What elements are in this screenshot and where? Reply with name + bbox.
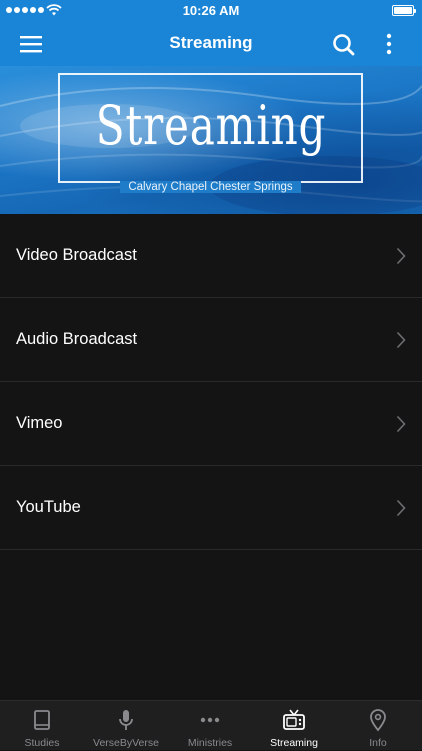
microphone-icon [119, 710, 133, 730]
tv-icon [283, 709, 305, 730]
chevron-right-icon [396, 247, 406, 265]
banner-subtitle: Calvary Chapel Chester Springs [120, 181, 301, 193]
list-item-youtube[interactable]: YouTube [0, 466, 422, 550]
list-item-label: Vimeo [16, 414, 63, 432]
tab-label: VerseByVerse [93, 737, 159, 749]
page-title: Streaming [169, 33, 253, 52]
tab-bar: Studies VerseByVerse Ministries Streamin… [0, 700, 422, 750]
navigation-bar: Streaming [0, 22, 422, 66]
stream-options-list: Video Broadcast Audio Broadcast Vimeo Yo… [0, 214, 422, 550]
book-icon [34, 710, 50, 730]
list-item-audio-broadcast[interactable]: Audio Broadcast [0, 298, 422, 382]
tab-versebyverse[interactable]: VerseByVerse [84, 701, 168, 751]
list-item-label: Video Broadcast [16, 246, 137, 264]
tab-streaming[interactable]: Streaming [252, 701, 336, 751]
tab-label: Studies [24, 737, 60, 749]
chevron-right-icon [396, 331, 406, 349]
tab-label: Ministries [187, 737, 233, 749]
location-pin-icon [370, 709, 386, 732]
tab-ministries[interactable]: Ministries [168, 701, 252, 751]
battery-icon [392, 5, 416, 16]
list-item-label: Audio Broadcast [16, 330, 138, 348]
list-item-vimeo[interactable]: Vimeo [0, 382, 422, 466]
banner-title: Streaming [95, 94, 327, 157]
dots-icon [200, 717, 220, 723]
streaming-banner: Streaming Calvary Chapel Chester Springs [0, 66, 422, 214]
more-options-icon[interactable] [378, 30, 400, 58]
search-icon[interactable] [330, 31, 358, 59]
tab-info[interactable]: Info [336, 701, 420, 751]
list-item-label: YouTube [16, 498, 81, 516]
tab-label: Info [369, 737, 387, 749]
tab-studies[interactable]: Studies [0, 701, 84, 751]
tab-label: Streaming [270, 737, 318, 749]
chevron-right-icon [396, 499, 406, 517]
status-time: 10:26 AM [182, 3, 240, 18]
status-bar: 10:26 AM [0, 0, 422, 22]
list-item-video-broadcast[interactable]: Video Broadcast [0, 214, 422, 298]
chevron-right-icon [396, 415, 406, 433]
